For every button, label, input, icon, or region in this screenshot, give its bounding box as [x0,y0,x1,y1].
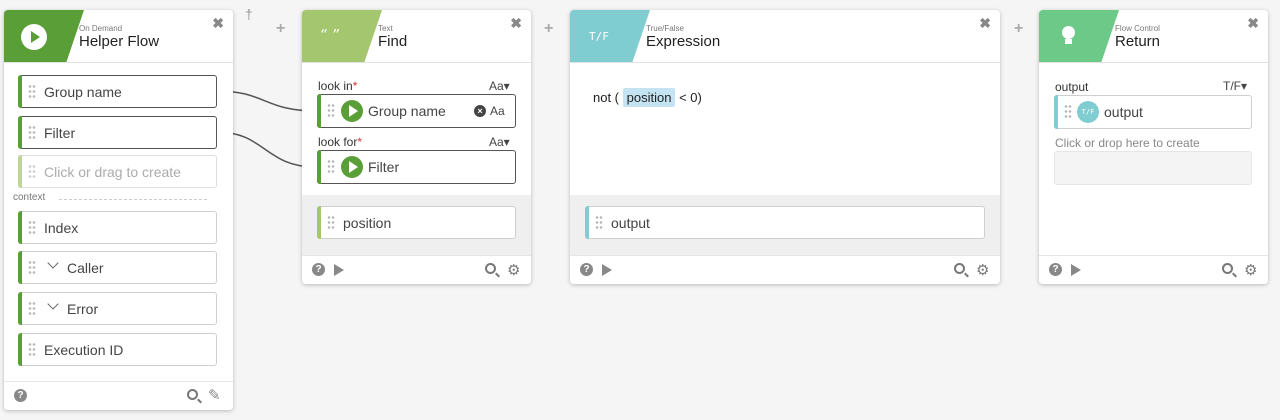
drag-handle-icon[interactable] [327,215,335,230]
pin-icon[interactable]: † [245,6,253,22]
drag-handle-icon[interactable] [28,220,36,235]
play-badge-icon [341,100,363,122]
card-kind: True/False [646,24,684,33]
run-icon[interactable] [1071,264,1081,276]
lightbulb-icon [1062,26,1075,39]
create-input-placeholder[interactable]: Click or drag to create [18,155,217,188]
type-selector[interactable]: T/F▾ [1223,79,1247,93]
drop-hint: Click or drop here to create [1055,136,1200,150]
context-section-label: context [13,192,46,203]
run-icon[interactable] [602,264,612,276]
context-item-caller[interactable]: Caller [18,251,217,284]
return-card: Flow Control Return ✖ output T/F▾ T/F ou… [1039,10,1268,284]
output-output[interactable]: output [585,206,985,239]
help-icon[interactable]: ? [1049,263,1062,276]
drag-handle-icon[interactable] [28,301,36,316]
logic-band: T/F [570,10,650,62]
search-icon[interactable] [187,389,198,400]
drag-handle-icon[interactable] [595,215,603,230]
context-divider [59,199,207,200]
expression-token[interactable]: position [622,88,676,107]
drag-handle-icon[interactable] [327,103,335,118]
help-icon[interactable]: ? [580,263,593,276]
search-icon[interactable] [1222,263,1233,274]
expression-editor[interactable]: not ( position < 0) [593,88,702,107]
look-for-label: look for* [318,135,363,149]
chevron-down-icon[interactable] [47,298,59,310]
context-item-execution-id[interactable]: Execution ID [18,333,217,366]
helper-flow-card: On Demand Helper Flow ✖ Group name Filte… [4,10,233,410]
run-icon[interactable] [334,264,344,276]
output-label: output [1055,80,1089,94]
drag-handle-icon[interactable] [28,84,36,99]
true-false-badge-icon: T/F [1077,101,1099,123]
pencil-icon[interactable]: ✎ [208,386,221,404]
context-item-index[interactable]: Index [18,211,217,244]
close-icon[interactable]: ✖ [979,15,991,32]
look-in-label: look in* [318,79,358,93]
card-header: On Demand Helper Flow ✖ [4,10,233,63]
card-kind: Text [378,24,393,33]
flow-control-band [1039,10,1119,62]
help-icon[interactable]: ? [14,389,27,402]
add-step-button[interactable]: + [276,20,285,38]
return-output-field[interactable]: T/F output [1054,95,1252,129]
drag-handle-icon[interactable] [28,125,36,140]
true-false-icon: T/F [589,30,609,43]
drag-handle-icon[interactable] [28,342,36,357]
card-kind: Flow Control [1115,24,1160,33]
card-header: T/F True/False Expression ✖ [570,10,1000,63]
drag-handle-icon[interactable] [1064,104,1072,119]
card-footer: ? ✎ [4,381,233,410]
output-position[interactable]: position [317,206,516,239]
card-header: “ ” Text Find ✖ [302,10,531,63]
card-title: Expression [646,33,721,50]
help-icon[interactable]: ? [312,263,325,276]
gear-icon[interactable]: ⚙ [1244,261,1257,279]
close-icon[interactable]: ✖ [212,15,224,32]
look-for-format-selector[interactable]: Aa▾ [489,135,510,149]
find-card: “ ” Text Find ✖ look in* Aa▾ Group name … [302,10,531,284]
drag-handle-icon[interactable] [28,260,36,275]
card-footer: ? ⚙ [1039,255,1268,284]
search-icon[interactable] [485,263,496,274]
card-header: Flow Control Return ✖ [1039,10,1268,63]
clear-icon[interactable]: × [474,105,486,117]
look-for-field[interactable]: Filter [317,150,516,184]
trigger-band [4,10,84,62]
card-title: Return [1115,33,1161,50]
card-kind: On Demand [79,24,123,33]
add-step-button[interactable]: + [1014,20,1023,38]
add-step-button[interactable]: + [544,20,553,38]
context-item-error[interactable]: Error [18,292,217,325]
play-badge-icon [341,156,363,178]
card-title: Find [378,33,408,50]
look-in-field[interactable]: Group name × Aa [317,94,516,128]
case-sensitive-toggle[interactable]: Aa [490,104,505,118]
chevron-down-icon[interactable] [47,257,59,269]
play-icon[interactable] [21,24,47,50]
gear-icon[interactable]: ⚙ [976,261,989,279]
look-in-format-selector[interactable]: Aa▾ [489,79,510,93]
card-footer: ? ⚙ [570,255,1000,284]
card-title: Helper Flow [79,33,160,50]
drag-handle-icon[interactable] [327,159,335,174]
search-icon[interactable] [954,263,965,274]
input-filter[interactable]: Filter [18,116,217,149]
expression-card: T/F True/False Expression ✖ not ( positi… [570,10,1000,284]
quote-icon: “ ” [320,26,341,44]
expression-prefix: not ( [593,90,620,105]
expression-suffix: < 0) [679,90,702,105]
input-group-name[interactable]: Group name [18,75,217,108]
lightbulb-base [1065,39,1072,44]
gear-icon[interactable]: ⚙ [507,261,520,279]
close-icon[interactable]: ✖ [1247,15,1259,32]
close-icon[interactable]: ✖ [510,15,522,32]
drop-zone[interactable] [1054,151,1252,185]
text-band: “ ” [302,10,382,62]
card-footer: ? ⚙ [302,255,531,284]
drag-handle-icon [28,164,36,179]
